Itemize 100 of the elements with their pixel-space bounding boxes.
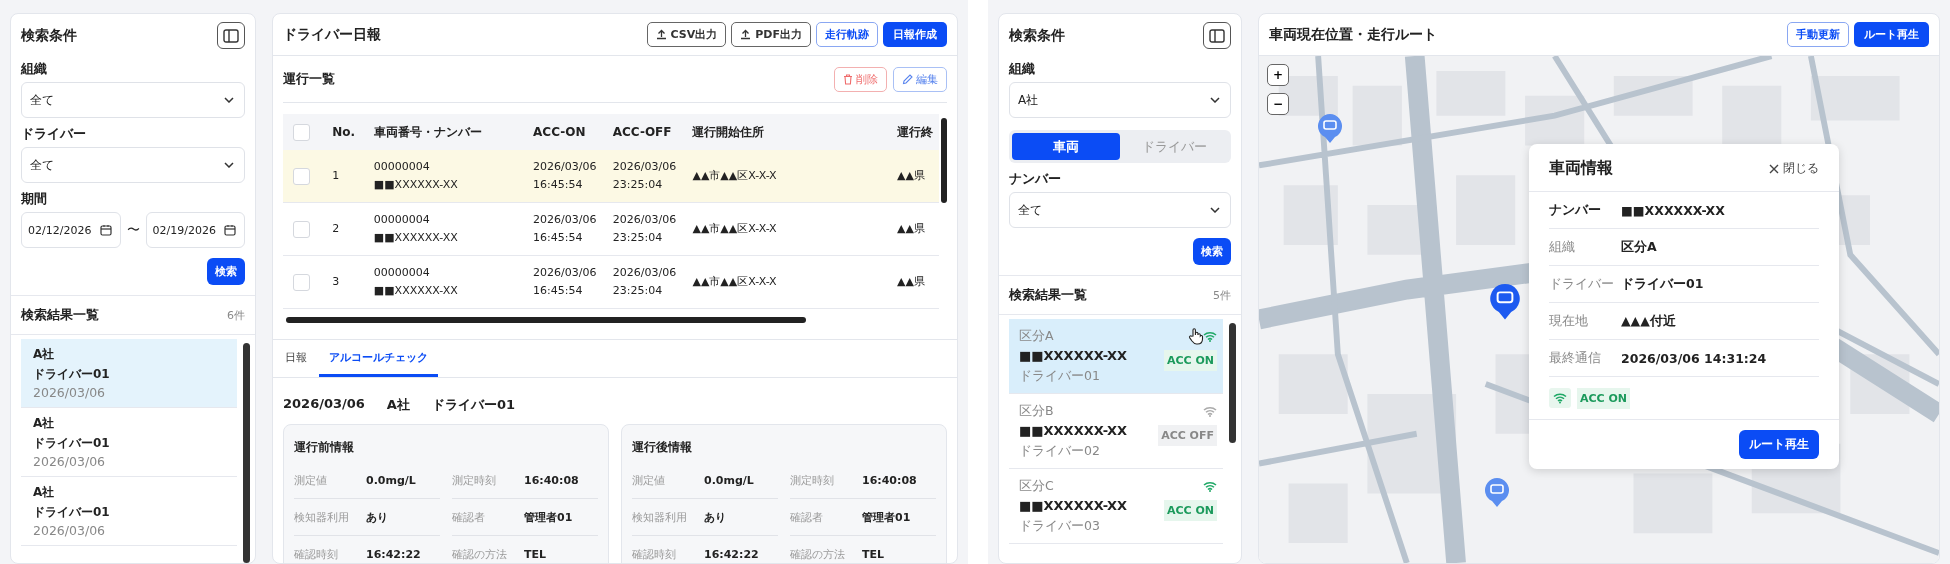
sidebar-toggle-button[interactable]: [217, 22, 245, 49]
sidebar-icon: [223, 28, 239, 43]
date-field[interactable]: 02/19/2026: [145, 212, 245, 248]
date-field[interactable]: 02/12/2026: [21, 212, 121, 248]
close-button[interactable]: 閉じる: [1769, 160, 1819, 177]
field-label: 組織: [1009, 60, 1036, 78]
header-button[interactable]: PDF出力: [731, 22, 811, 47]
acc-status-badge: ACC ON: [1577, 387, 1631, 409]
chevron-down-icon: [1210, 97, 1220, 103]
field-label: 期間: [21, 190, 48, 208]
tab[interactable]: アルコールチェック: [319, 340, 438, 377]
column-header: 運行開始住所: [686, 114, 891, 150]
action-button[interactable]: 編集: [893, 66, 947, 92]
field-label: ドライバー: [21, 125, 87, 143]
info-value: 管理者01: [862, 509, 911, 525]
car-pin-icon[interactable]: [1484, 476, 1510, 508]
info-label: 検知器利用: [632, 509, 688, 525]
info-label: 測定時刻: [452, 472, 497, 488]
info-value: TEL: [524, 547, 547, 561]
table-cell: 2026/03/06 16:45:54: [527, 255, 607, 309]
select-field[interactable]: 全て: [21, 147, 245, 183]
info-label: 確認の方法: [452, 546, 508, 562]
vehicle-driver: ドライバー03: [1019, 517, 1101, 535]
info-label: 組織: [1549, 238, 1576, 256]
popup-title: 車両情報: [1549, 158, 1613, 179]
summary-date: 2026/03/06: [283, 396, 365, 413]
info-value: ▲▲▲付近: [1621, 312, 1676, 330]
info-value: TEL: [862, 547, 885, 561]
upload-icon: [655, 29, 667, 40]
card-title: 運行前情報: [294, 439, 355, 456]
panel-title: 検索条件: [21, 26, 77, 45]
zoom-in-button[interactable]: +: [1267, 64, 1289, 86]
sidebar-toggle-button[interactable]: [1203, 22, 1231, 49]
scrollbar[interactable]: [941, 118, 947, 203]
table-row[interactable]: 2 00000004 ■■XXXXXX-XX 2026/03/06 16:45:54 2026/03/06 23:25:04 ▲▲市▲▲区X-X-X ▲▲県: [283, 202, 939, 256]
scrollbar[interactable]: [243, 343, 250, 563]
vehicle-category: 区分C: [1019, 477, 1055, 495]
header-button[interactable]: ルート再生: [1854, 22, 1929, 47]
select-field[interactable]: A社: [1009, 82, 1231, 118]
info-value: 0.0mg/L: [704, 473, 754, 487]
select-field[interactable]: 全て: [1009, 192, 1231, 228]
result-count: 6件: [227, 307, 245, 323]
table-cell: 2026/03/06 23:25:04: [606, 150, 687, 203]
result-item[interactable]: A社 ドライバー01 2026/03/06: [21, 408, 237, 477]
info-label: 確認時刻: [294, 546, 339, 562]
tab[interactable]: 日報: [283, 340, 309, 377]
results-title: 検索結果一覧: [21, 306, 99, 324]
table-cell: 2026/03/06 16:45:54: [527, 202, 607, 256]
info-value: あり: [366, 509, 388, 525]
route-replay-button[interactable]: ルート再生: [1739, 430, 1819, 459]
chevron-down-icon: [224, 162, 234, 168]
table-row[interactable]: 3 00000004 ■■XXXXXX-XX 2026/03/06 16:45:54 2026/03/06 23:25:04 ▲▲市▲▲区X-X-X ▲▲県: [283, 255, 939, 309]
info-value: 16:40:08: [862, 473, 917, 487]
table-cell: 00000004 ■■XXXXXX-XX: [367, 255, 528, 309]
summary-driver: ドライバー01: [431, 396, 515, 414]
field-label: ナンバー: [1009, 170, 1062, 188]
vehicle-category: 区分A: [1019, 327, 1055, 345]
info-label: 最終通信: [1549, 349, 1602, 367]
row-checkbox[interactable]: [293, 273, 310, 291]
row-checkbox[interactable]: [293, 167, 310, 185]
car-pin-icon[interactable]: [1489, 281, 1521, 321]
acc-status-badge: ACC ON: [1163, 500, 1217, 521]
header-button[interactable]: 日報作成: [883, 22, 947, 47]
select-all-checkbox[interactable]: [293, 123, 310, 141]
segment-button[interactable]: 車両: [1012, 133, 1120, 160]
vehicle-item[interactable]: 区分C ■■XXXXXX-XX ドライバー03 ACC ON: [1009, 469, 1223, 544]
search-button[interactable]: 検索: [1193, 238, 1231, 265]
sidebar-icon: [1209, 28, 1225, 43]
column-header: 車両番号・ナンバー: [367, 114, 528, 150]
vehicle-item[interactable]: 区分B ■■XXXXXX-XX ドライバー02 ACC OFF: [1009, 394, 1223, 469]
select-field[interactable]: 全て: [21, 82, 245, 118]
info-label: 確認の方法: [790, 546, 846, 562]
info-value: 16:40:08: [524, 473, 579, 487]
upload-icon: [740, 29, 752, 40]
info-label: 測定時刻: [790, 472, 835, 488]
panel-title: 検索条件: [1009, 26, 1065, 45]
car-pin-icon[interactable]: [1317, 112, 1343, 144]
section-title: 運行一覧: [283, 70, 335, 88]
header-button[interactable]: 走行軌跡: [816, 22, 878, 47]
info-value: ■■XXXXXX-XX: [1621, 202, 1725, 218]
info-label: 確認者: [790, 509, 824, 525]
column-header: No.: [326, 114, 368, 150]
table-row[interactable]: 1 00000004 ■■XXXXXX-XX 2026/03/06 16:45:54 2026/03/06 23:25:04 ▲▲市▲▲区X-X-X ▲▲県: [283, 150, 939, 203]
chevron-down-icon: [224, 97, 234, 103]
header-button[interactable]: 手動更新: [1787, 22, 1849, 47]
scrollbar[interactable]: [286, 317, 806, 323]
zoom-out-button[interactable]: −: [1267, 93, 1289, 115]
table-cell: ▲▲市▲▲区X-X-X: [686, 202, 891, 256]
header-button[interactable]: CSV出力: [646, 22, 727, 47]
table-cell: 1: [326, 150, 368, 203]
result-item[interactable]: A社 ドライバー01 2026/03/06: [21, 339, 237, 408]
vehicle-item[interactable]: 区分A ■■XXXXXX-XX ドライバー01 ACC ON: [1009, 319, 1223, 394]
result-item[interactable]: A社 ドライバー01 2026/03/06: [21, 477, 237, 546]
field-label: 組織: [21, 60, 48, 78]
info-value: 区分A: [1621, 238, 1657, 256]
search-button[interactable]: 検索: [207, 258, 245, 285]
row-checkbox[interactable]: [293, 220, 310, 238]
table-cell: 00000004 ■■XXXXXX-XX: [367, 150, 528, 203]
scrollbar[interactable]: [1229, 323, 1236, 443]
info-label: 測定値: [632, 472, 666, 488]
